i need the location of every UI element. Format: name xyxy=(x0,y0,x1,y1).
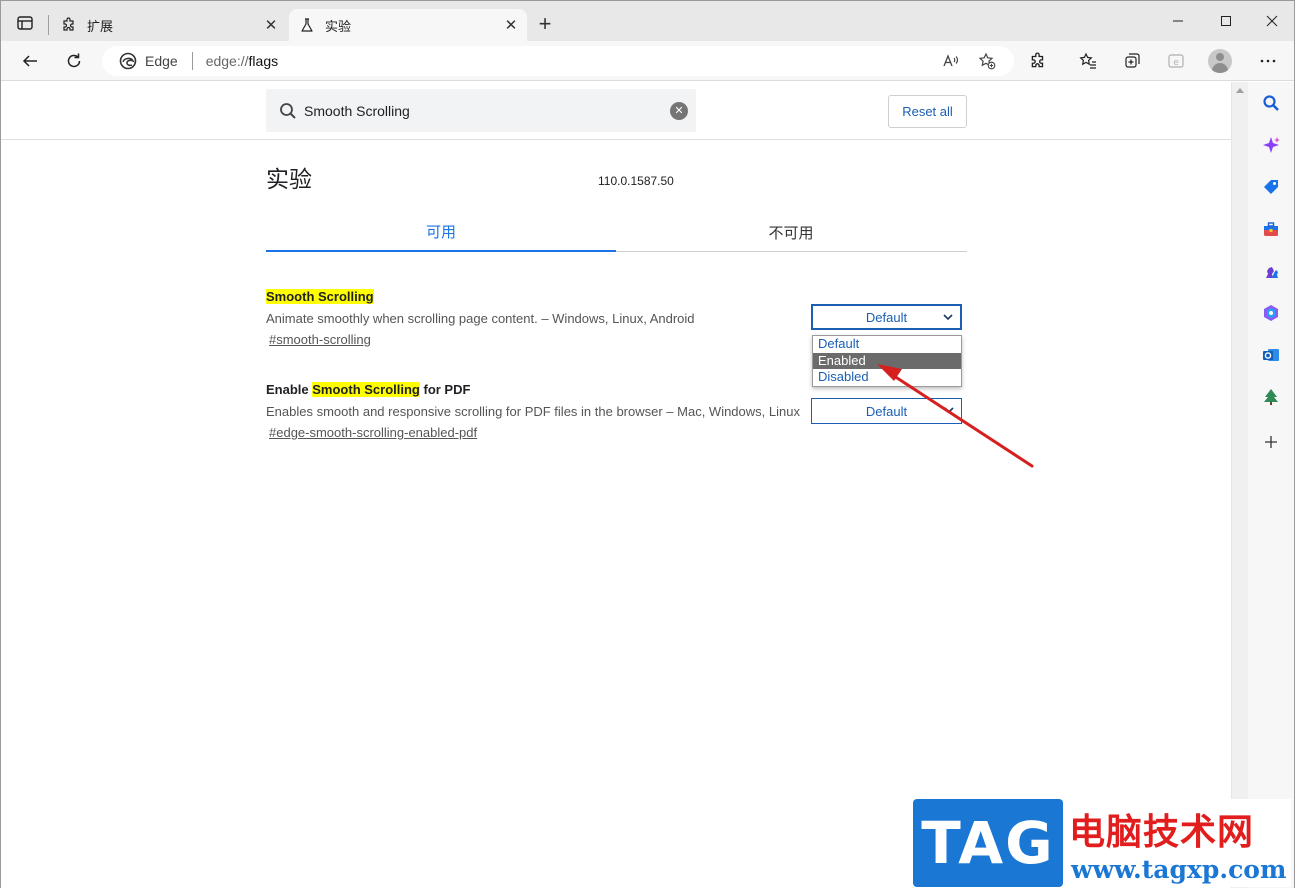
ie-mode-icon[interactable]: e xyxy=(1164,49,1188,73)
sidebar-office-icon[interactable] xyxy=(1261,303,1281,323)
minimize-button[interactable] xyxy=(1166,11,1190,31)
flags-page: Smooth Scrolling ✕ Reset all 实验 110.0.15… xyxy=(1,82,1231,888)
maximize-button[interactable] xyxy=(1214,11,1238,31)
window-close-button[interactable] xyxy=(1260,11,1284,31)
profile-avatar[interactable] xyxy=(1208,49,1232,73)
page-scrollbar[interactable] xyxy=(1231,82,1248,888)
address-bar[interactable]: Edge edge://flags xyxy=(102,46,1014,76)
browser-window: 扩展 ✕ 实验 ✕ + Edge edge:// flags e Smooth … xyxy=(0,0,1295,888)
sidebar-shopping-icon[interactable] xyxy=(1261,177,1281,197)
tab-label: 实验 xyxy=(325,18,352,34)
watermark-title: 电脑技术网 xyxy=(1069,812,1255,853)
sidebar-games-icon[interactable] xyxy=(1261,261,1281,281)
tab-flags[interactable]: 实验 ✕ xyxy=(289,9,527,41)
tab-separator xyxy=(48,15,49,35)
tab-strip: 扩展 ✕ 实验 ✕ + xyxy=(1,1,1294,41)
read-aloud-icon[interactable] xyxy=(939,49,963,73)
svg-text:e: e xyxy=(1173,58,1179,68)
url-path: flags xyxy=(248,53,279,69)
sidebar-tools-icon[interactable] xyxy=(1261,219,1281,239)
new-tab-button[interactable]: + xyxy=(534,11,556,36)
close-icon[interactable]: ✕ xyxy=(501,15,521,35)
tab-actions-icon[interactable] xyxy=(15,13,35,33)
watermark-url: www.tagxp.com xyxy=(1071,855,1287,884)
scroll-up-icon[interactable] xyxy=(1236,88,1244,93)
sidebar-tree-icon[interactable] xyxy=(1261,387,1281,407)
url-scheme: edge:// xyxy=(205,53,249,69)
tab-label: 扩展 xyxy=(87,18,114,34)
watermark-badge: TAG xyxy=(913,799,1063,887)
more-options-icon[interactable] xyxy=(1256,49,1280,73)
add-favorite-icon[interactable] xyxy=(975,49,999,73)
refresh-button[interactable] xyxy=(62,49,86,73)
collections-icon[interactable] xyxy=(1120,49,1144,73)
back-button[interactable] xyxy=(18,49,42,73)
watermark: TAG 电脑技术网 www.tagxp.com xyxy=(913,799,1291,887)
sidebar-outlook-icon[interactable] xyxy=(1261,345,1281,365)
puzzle-icon xyxy=(61,17,77,33)
tab-extensions[interactable]: 扩展 ✕ xyxy=(51,9,287,41)
annotation-arrow xyxy=(877,364,1034,468)
address-divider xyxy=(191,52,193,70)
toolbar: Edge edge://flags e xyxy=(1,41,1294,81)
extensions-icon[interactable] xyxy=(1026,49,1050,73)
sidebar-search-icon[interactable] xyxy=(1261,93,1281,113)
edge-sidebar xyxy=(1248,82,1294,888)
favorites-icon[interactable] xyxy=(1076,49,1100,73)
site-label: Edge xyxy=(145,53,178,69)
sidebar-discover-icon[interactable] xyxy=(1261,135,1281,155)
flask-icon xyxy=(299,17,315,33)
close-icon[interactable]: ✕ xyxy=(261,15,281,35)
sidebar-add-icon[interactable] xyxy=(1261,432,1281,452)
edge-logo-icon xyxy=(119,52,137,70)
